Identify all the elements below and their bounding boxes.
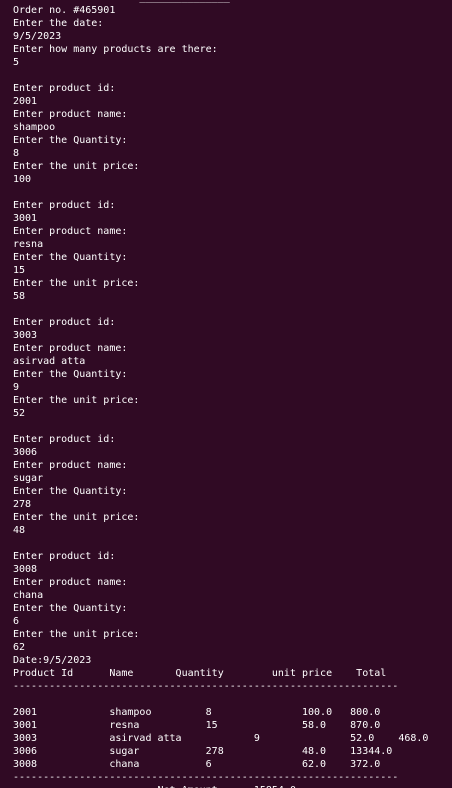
terminal-line: Enter the Quantity:	[13, 486, 128, 497]
terminal-line: Enter product name:	[13, 460, 128, 471]
terminal-output: Enter the order no. #_______________Orde…	[13, 0, 428, 788]
terminal-line: 2001 shampoo 8 100.0 800.0	[13, 707, 381, 718]
terminal-line: Enter product name:	[13, 343, 128, 354]
terminal-line: chana	[13, 590, 44, 601]
terminal-line: 2001	[13, 96, 38, 107]
terminal-line: 58	[13, 291, 26, 302]
terminal-line: 6	[13, 616, 20, 627]
terminal-line: 3003	[13, 330, 38, 341]
terminal-line: 48	[13, 525, 26, 536]
terminal-line: 3001 resna 15 58.0 870.0	[13, 720, 381, 731]
terminal-window[interactable]: Enter the order no. #_______________Orde…	[0, 0, 452, 788]
terminal-line: Enter the date:	[13, 18, 104, 29]
terminal-line: 52	[13, 408, 26, 419]
terminal-line: Enter the unit price:	[13, 512, 140, 523]
terminal-line: asirvad atta	[13, 356, 86, 367]
terminal-line: ----------------------------------------…	[13, 681, 399, 692]
terminal-line: 3008 chana 6 62.0 372.0	[13, 759, 381, 770]
terminal-line: 15	[13, 265, 26, 276]
terminal-line: Enter product id:	[13, 200, 116, 211]
terminal-line: Enter the unit price:	[13, 395, 140, 406]
terminal-line: Enter the Quantity:	[13, 369, 128, 380]
terminal-line: 100	[13, 174, 32, 185]
terminal-line: Enter the unit price:	[13, 278, 140, 289]
terminal-line: Enter product id:	[13, 551, 116, 562]
terminal-line: Enter product id:	[13, 317, 116, 328]
terminal-line: Enter how many products are there:	[13, 44, 218, 55]
terminal-line: 62	[13, 642, 26, 653]
terminal-line: Enter the unit price:	[13, 161, 140, 172]
terminal-line: ----------------------------------------…	[13, 772, 399, 783]
terminal-line: Enter the Quantity:	[13, 252, 128, 263]
terminal-line: Enter product name:	[13, 109, 128, 120]
terminal-line: 3003 asirvad atta 9 52.0 468.0	[13, 733, 429, 744]
terminal-line: 278	[13, 499, 32, 510]
terminal-line: Enter product id:	[13, 83, 116, 94]
terminal-line: resna	[13, 239, 44, 250]
terminal-line: 8	[13, 148, 20, 159]
terminal-line: 5	[13, 57, 20, 68]
terminal-line: Enter the unit price:	[13, 629, 140, 640]
terminal-line: Date:9/5/2023	[13, 655, 92, 666]
terminal-line: Enter product name:	[13, 577, 128, 588]
terminal-line: sugar	[13, 473, 44, 484]
terminal-line: Product Id Name Quantity unit price Tota…	[13, 668, 387, 679]
terminal-line: Net.Amount 15854.0	[13, 784, 428, 788]
terminal-line: Enter product id:	[13, 434, 116, 445]
terminal-line: 3006 sugar 278 48.0 13344.0	[13, 746, 393, 757]
terminal-line: Enter product name:	[13, 226, 128, 237]
terminal-line: shampoo	[13, 122, 56, 133]
terminal-line: 3006	[13, 447, 38, 458]
terminal-line: 3008	[13, 564, 38, 575]
terminal-line: Enter the Quantity:	[13, 603, 128, 614]
terminal-line: Enter the Quantity:	[13, 135, 128, 146]
terminal-line: Order no. #465901	[13, 5, 116, 16]
terminal-line: 3001	[13, 213, 38, 224]
terminal-line: 9	[13, 382, 20, 393]
terminal-line: 9/5/2023	[13, 31, 62, 42]
